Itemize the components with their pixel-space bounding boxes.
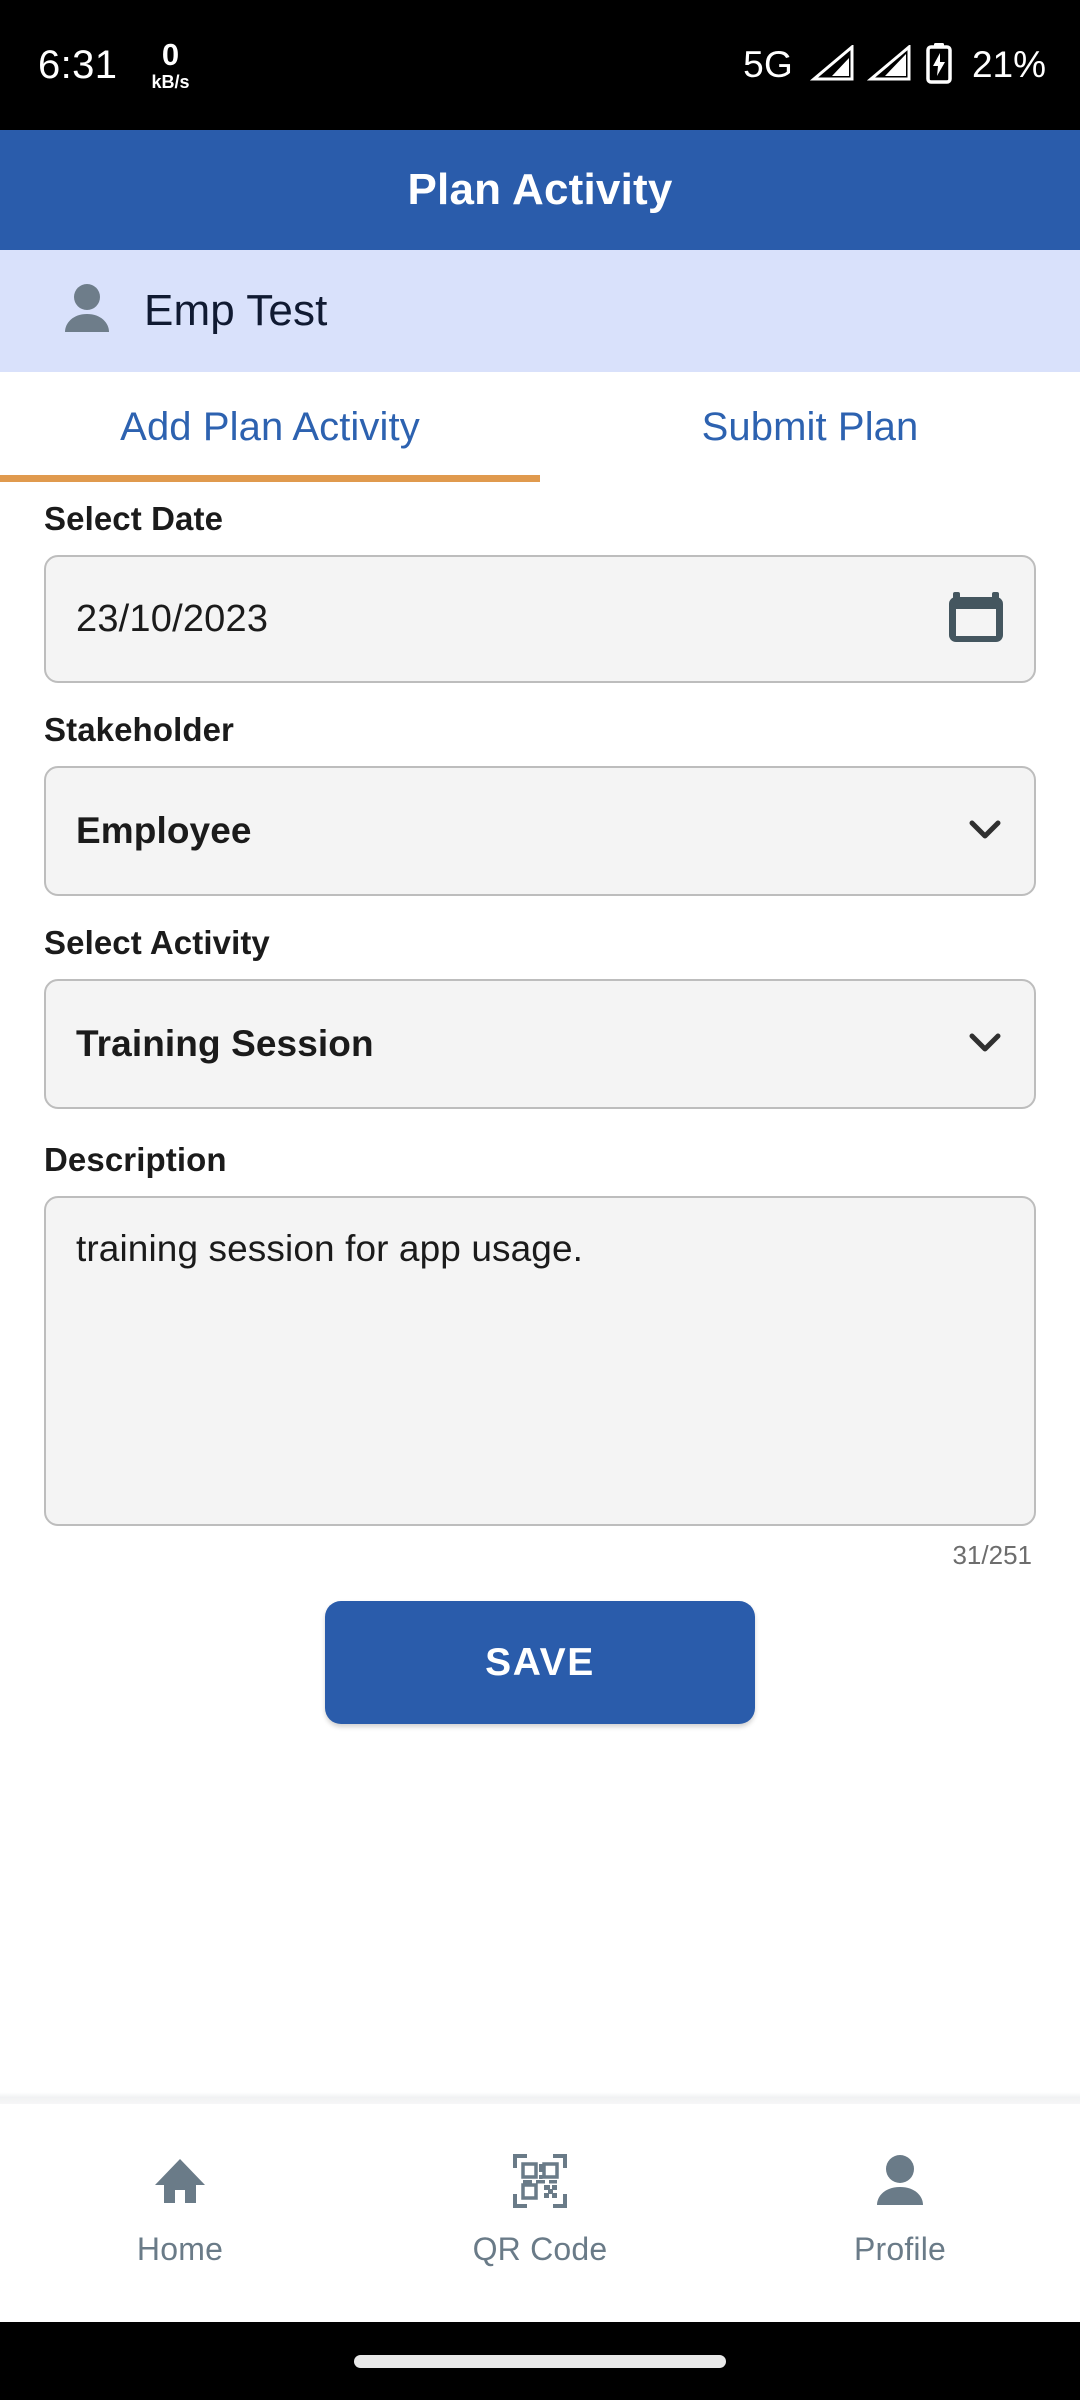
qr-code-icon bbox=[511, 2152, 569, 2215]
battery-percent-label: 21% bbox=[971, 44, 1046, 85]
select-activity-dropdown[interactable]: Training Session bbox=[44, 979, 1036, 1109]
tab-submit-plan[interactable]: Submit Plan bbox=[540, 372, 1080, 482]
save-button[interactable]: SAVE bbox=[325, 1601, 755, 1724]
calendar-icon[interactable] bbox=[944, 585, 1008, 654]
nav-item-profile[interactable]: Profile bbox=[720, 2152, 1080, 2268]
tab-add-plan-activity[interactable]: Add Plan Activity bbox=[0, 372, 540, 482]
system-gesture-bar bbox=[0, 2322, 1080, 2400]
select-activity-label: Select Activity bbox=[44, 924, 270, 961]
form-content: Select Date 23/10/2023 Stakeholder Emplo… bbox=[0, 482, 1080, 2092]
bottom-nav-divider bbox=[0, 2092, 1080, 2104]
select-date-label: Select Date bbox=[44, 500, 224, 537]
status-bar-left: 6:31 0 kB/s bbox=[38, 39, 189, 91]
network-speed-value: 0 bbox=[161, 37, 180, 72]
select-date-value: 23/10/2023 bbox=[76, 597, 269, 640]
status-clock: 6:31 bbox=[38, 42, 118, 87]
description-label: Description bbox=[44, 1141, 227, 1178]
user-bar: Emp Test bbox=[0, 250, 1080, 372]
signal-bars-icon bbox=[809, 43, 854, 86]
tab-label: Add Plan Activity bbox=[120, 404, 420, 449]
network-type-label: 5G bbox=[743, 44, 793, 85]
select-activity-value: Training Session bbox=[76, 1023, 374, 1064]
person-icon bbox=[871, 2152, 929, 2215]
stakeholder-value: Employee bbox=[76, 810, 252, 851]
chevron-down-icon[interactable] bbox=[962, 1019, 1008, 1070]
page-title: Plan Activity bbox=[407, 165, 673, 214]
status-bar-right: 5G 21% bbox=[743, 42, 1046, 89]
nav-item-qr-code[interactable]: QR Code bbox=[360, 2152, 720, 2268]
battery-charging-icon bbox=[924, 42, 954, 89]
gesture-handle[interactable] bbox=[354, 2354, 726, 2368]
network-speed-indicator: 0 kB/s bbox=[151, 39, 189, 91]
home-icon bbox=[151, 2152, 209, 2215]
character-counter: 31/251 bbox=[952, 1540, 1032, 1570]
stakeholder-label: Stakeholder bbox=[44, 711, 234, 748]
user-name: Emp Test bbox=[144, 286, 328, 335]
tab-label: Submit Plan bbox=[701, 404, 919, 449]
nav-item-home[interactable]: Home bbox=[0, 2152, 360, 2268]
phone-screen: 6:31 0 kB/s 5G 21% Plan Activity Emp Tes… bbox=[0, 0, 1080, 2400]
network-speed-unit: kB/s bbox=[151, 72, 190, 92]
save-button-row: SAVE bbox=[44, 1601, 1036, 1724]
nav-label: QR Code bbox=[472, 2231, 608, 2267]
tab-bar: Add Plan Activity Submit Plan bbox=[0, 372, 1080, 482]
select-date-field[interactable]: 23/10/2023 bbox=[44, 555, 1036, 683]
nav-label: Profile bbox=[853, 2231, 947, 2267]
person-icon bbox=[62, 283, 112, 340]
status-bar: 6:31 0 kB/s 5G 21% bbox=[0, 0, 1080, 130]
stakeholder-dropdown[interactable]: Employee bbox=[44, 766, 1036, 896]
description-value: training session for app usage. bbox=[76, 1228, 584, 1269]
description-textarea[interactable]: training session for app usage. bbox=[44, 1196, 1036, 1526]
chevron-down-icon[interactable] bbox=[962, 806, 1008, 857]
tab-active-indicator bbox=[0, 475, 540, 482]
app-bar: Plan Activity bbox=[0, 130, 1080, 250]
signal-bars-icon bbox=[866, 43, 911, 86]
nav-label: Home bbox=[136, 2231, 224, 2267]
bottom-navigation-bar: Home QR Code Profile bbox=[0, 2104, 1080, 2322]
